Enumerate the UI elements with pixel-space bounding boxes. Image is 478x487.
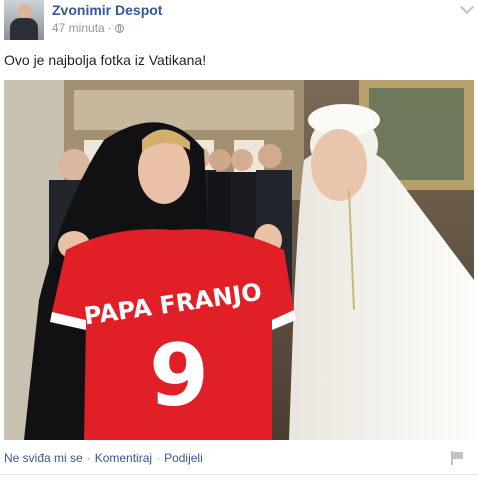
- globe-icon[interactable]: [114, 23, 124, 33]
- like-link[interactable]: Ne sviđa mi se: [4, 451, 83, 465]
- post-text: Ovo je najbolja fotka iz Vatikana!: [4, 52, 207, 68]
- author-name-link[interactable]: Zvonimir Despot: [52, 2, 162, 18]
- news-feed-post: Zvonimir Despot 47 minuta · Ovo je najbo…: [0, 0, 478, 487]
- author-avatar[interactable]: [4, 0, 44, 40]
- post-actions: Ne sviđa mi se · Komentiraj · Podijeli: [4, 451, 203, 465]
- avatar-body: [10, 18, 38, 40]
- flag-cloth: [453, 452, 463, 459]
- avatar-head: [18, 4, 31, 19]
- post-meta: 47 minuta ·: [52, 21, 124, 35]
- post-divider: [0, 474, 478, 475]
- meta-separator: ·: [107, 21, 112, 35]
- share-link[interactable]: Podijeli: [164, 451, 203, 465]
- jersey-number: 9: [149, 326, 209, 426]
- action-separator: ·: [86, 451, 91, 465]
- action-separator: ·: [156, 451, 161, 465]
- flag-icon[interactable]: [450, 451, 464, 465]
- photo-scene: PAPA FRANJO 9: [4, 80, 474, 440]
- post-photo[interactable]: PAPA FRANJO 9: [4, 80, 474, 440]
- chevron-down-icon[interactable]: [459, 0, 475, 15]
- post-timestamp[interactable]: 47 minuta: [52, 21, 105, 35]
- comment-link[interactable]: Komentiraj: [95, 451, 152, 465]
